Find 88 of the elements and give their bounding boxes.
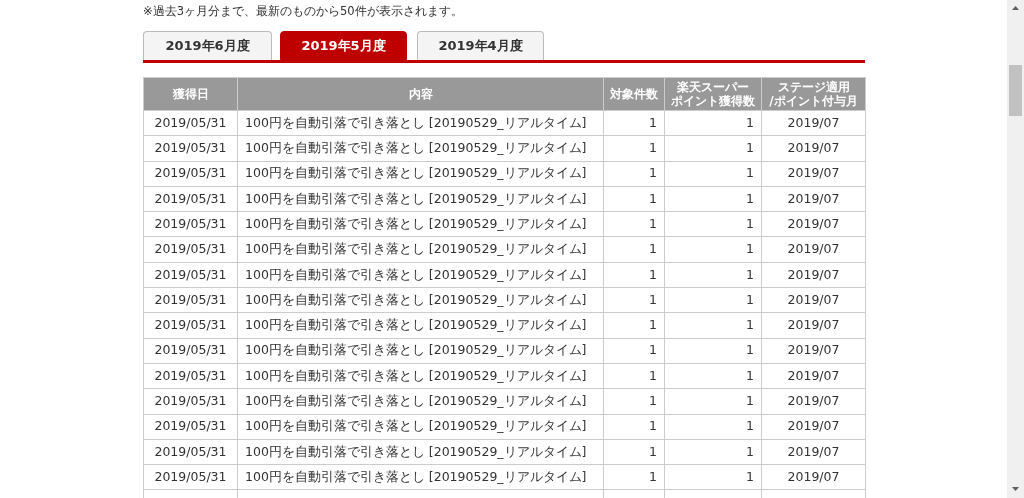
table-cell: 2019/07 [761, 439, 866, 465]
table-cell: 1 [664, 414, 762, 440]
table-cell: 1 [603, 388, 665, 415]
table-cell: 1 [603, 414, 665, 440]
table-cell: 1 [664, 287, 762, 313]
table-cell: 2019/05/31 [143, 237, 238, 263]
table-cell: 100円を自動引落で引き落とし [20190529_リアルタイム] [237, 262, 604, 288]
table-cell: 2019/05/31 [143, 135, 238, 162]
table-cell: 1 [603, 161, 665, 187]
column-header: ステージ適用 /ポイント付与月 [761, 77, 866, 111]
table-cell: 2019/07 [761, 363, 866, 389]
table-cell: 2019/07 [761, 287, 866, 313]
table-cell: 2019/05/31 [143, 161, 238, 187]
table-cell: 2019/05/31 [143, 338, 238, 364]
table-cell: 100円を自動引落で引き落とし [20190529_リアルタイム] [237, 414, 604, 440]
tab[interactable]: 2019年6月度 [143, 31, 272, 60]
column-header: 楽天スーパー ポイント獲得数 [664, 77, 762, 111]
table-cell: 1 [664, 388, 762, 415]
table-cell: 1 [664, 464, 762, 490]
table-cell: 100円を自動引落で引き落とし [20190529_リアルタイム] [237, 211, 604, 237]
table-cell: 100円を自動引落で引き落とし [20190529_リアルタイム] [237, 237, 604, 263]
table-cell: 2019/07 [761, 135, 866, 162]
table-cell: 1 [603, 439, 665, 465]
table-cell: 2019/07 [761, 211, 866, 237]
table-cell: 1 [664, 161, 762, 187]
table-cell: 2019/07 [761, 262, 866, 288]
scroll-down-icon[interactable] [1012, 487, 1019, 491]
table-cell: 1 [603, 262, 665, 288]
table-cell: 1 [603, 312, 665, 339]
table-cell: 2019/07 [761, 414, 866, 440]
table-cell: 2019/05/31 [143, 464, 238, 490]
tab[interactable]: 2019年5月度 [280, 31, 407, 60]
table-cell: 100円を自動引落で引き落とし [20190529_リアルタイム] [237, 363, 604, 389]
table-cell: 100円を自動引落で引き落とし [20190529_リアルタイム] [237, 464, 604, 490]
table-cell: 1 [664, 186, 762, 212]
table-cell: 1 [603, 338, 665, 364]
table-cell: 2019/07 [761, 110, 866, 136]
table-cell: 1 [664, 312, 762, 339]
table-cell: 2019/07 [761, 186, 866, 212]
table-cell: 1 [664, 363, 762, 389]
table-cell: 1 [664, 338, 762, 364]
table-cell: 100円を自動引落で引き落とし [20190529_リアルタイム] [237, 161, 604, 187]
table-cell: 1 [664, 135, 762, 162]
table-cell: 1 [603, 363, 665, 389]
table-cell: 2019/07 [761, 388, 866, 415]
table-cell: 2019/05/31 [143, 110, 238, 136]
table-cell: 100円を自動引落で引き落とし [20190529_リアルタイム] [237, 287, 604, 313]
table-cell: 2019/05/31 [143, 186, 238, 212]
table-cell: 2019/05/31 [143, 312, 238, 339]
table-cell: 2019/05/31 [143, 211, 238, 237]
table-cell: 1 [603, 135, 665, 162]
table-cell: 2019/05/31 [143, 439, 238, 465]
table-cell: 1 [603, 464, 665, 490]
table-cell: 2019/07 [761, 338, 866, 364]
table-cell: 1 [603, 211, 665, 237]
table-cell: 1 [603, 287, 665, 313]
table-cell: 1 [603, 186, 665, 212]
table-cell: 2019/05/31 [143, 388, 238, 415]
table-cell: 100円を自動引落で引き落とし [20190529_リアルタイム] [237, 338, 604, 364]
table-cell: 100円を自動引落で引き落とし [20190529_リアルタイム] [237, 135, 604, 162]
table-cell: 2019/07 [761, 312, 866, 339]
table-cell: 1 [664, 211, 762, 237]
table-cell: 2019/05/31 [143, 414, 238, 440]
table-cell: 2019/07 [761, 161, 866, 187]
table-cell: 2019/07 [761, 464, 866, 490]
column-header: 内容 [237, 77, 604, 111]
table-cell: 1 [664, 262, 762, 288]
column-header: 獲得日 [143, 77, 238, 111]
table-cell: 100円を自動引落で引き落とし [20190529_リアルタイム] [237, 388, 604, 415]
table-cell: 1 [603, 237, 665, 263]
notice-text: ※過去3ヶ月分まで、最新のものから50件が表示されます。 [143, 3, 464, 18]
scroll-up-icon[interactable] [1012, 6, 1019, 10]
table-cell: 100円を自動引落で引き落とし [20190529_リアルタイム] [237, 312, 604, 339]
scrollbar-thumb[interactable] [1009, 65, 1022, 116]
table-cell: 1 [664, 237, 762, 263]
table-cell: 2019/07 [761, 237, 866, 263]
table-cell: 2019/05/31 [143, 363, 238, 389]
table-cell: 1 [664, 110, 762, 136]
table-cell: 1 [603, 110, 665, 136]
table-cell: 100円を自動引落で引き落とし [20190529_リアルタイム] [237, 186, 604, 212]
column-header: 対象件数 [603, 77, 665, 111]
scrollbar[interactable] [1007, 0, 1024, 498]
table-cell: 2019/05/31 [143, 287, 238, 313]
tab[interactable]: 2019年4月度 [417, 31, 544, 60]
table-cell: 2019/05/31 [143, 262, 238, 288]
table-cell: 1 [664, 439, 762, 465]
table-cell: 100円を自動引落で引き落とし [20190529_リアルタイム] [237, 439, 604, 465]
table-cell: 100円を自動引落で引き落とし [20190529_リアルタイム] [237, 110, 604, 136]
